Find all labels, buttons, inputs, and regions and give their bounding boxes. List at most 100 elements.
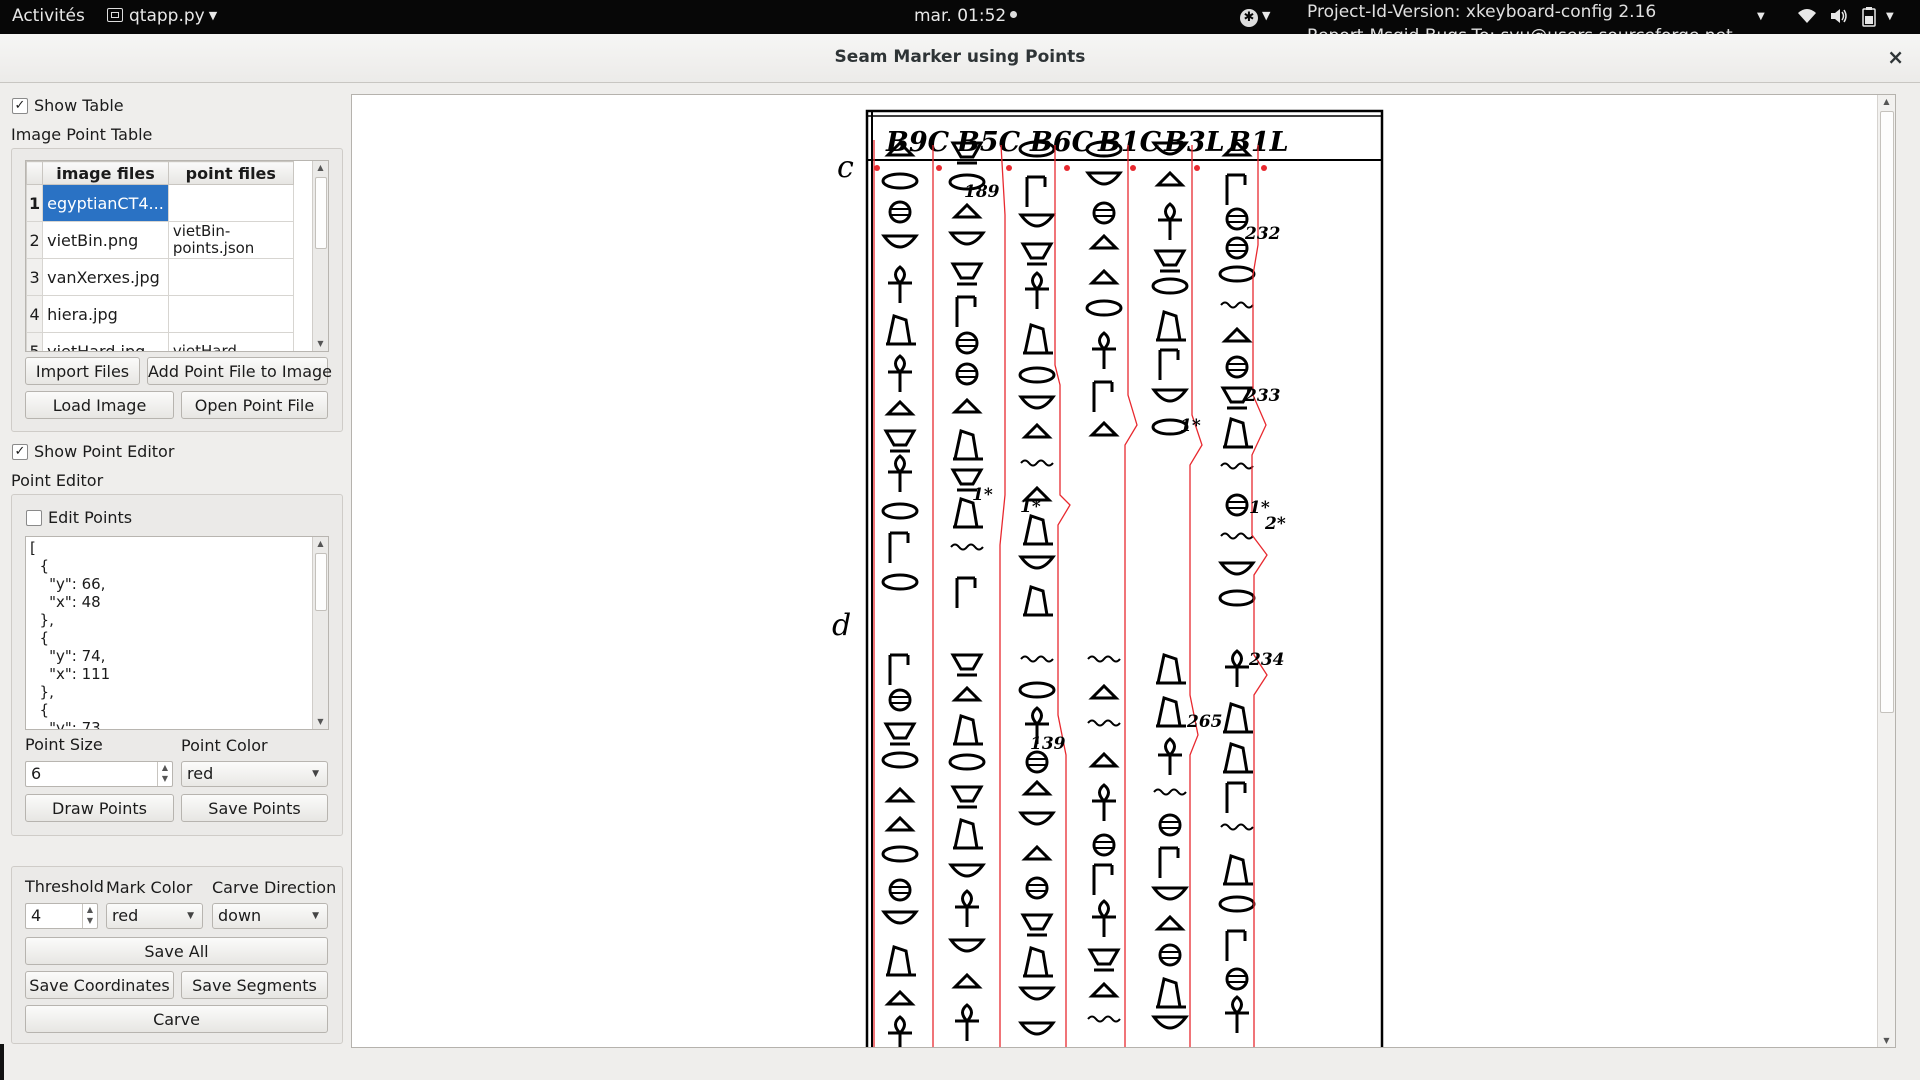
carve-button[interactable]: Carve: [25, 1005, 328, 1033]
draw-points-button[interactable]: Draw Points: [25, 794, 174, 822]
glyph-stroke: [1218, 561, 1256, 576]
table-row[interactable]: 5 vietHard.jpg vietHard-: [26, 332, 294, 351]
hieroglyph-glyph: [1154, 170, 1186, 187]
activities-button[interactable]: Activités: [12, 6, 85, 26]
carve-direction-select[interactable]: down ▼: [212, 903, 328, 929]
spin-arrows-icon[interactable]: ▲ ▼: [157, 762, 172, 786]
hieroglyph-glyph: [888, 454, 912, 492]
keyboard-config-indicator[interactable]: Project-Id-Version: xkeyboard-config 2.1…: [1307, 0, 1762, 34]
table-row[interactable]: 3 vanXerxes.jpg: [26, 258, 294, 296]
hieroglyph-glyph: [950, 653, 984, 677]
show-table-checkbox[interactable]: ✓: [12, 98, 28, 114]
hieroglyph-glyph: [1092, 833, 1116, 857]
hieroglyph-glyph: [948, 753, 986, 771]
save-coordinates-button[interactable]: Save Coordinates: [25, 971, 174, 999]
hieroglyph-glyph: [1218, 589, 1256, 607]
spin-arrows-icon[interactable]: ▲ ▼: [82, 904, 97, 928]
points-json-text[interactable]: [ { "y": 66, "x": 48 }, { "y": 74, "x": …: [26, 537, 328, 729]
row-number: 1: [26, 184, 44, 222]
point-file-cell[interactable]: vietHard-: [167, 332, 294, 351]
table-row[interactable]: 1 egyptianCT4...: [26, 184, 294, 222]
add-point-file-button[interactable]: Add Point File to Image: [147, 357, 332, 385]
scroll-thumb[interactable]: [315, 553, 327, 611]
column-header-image-files[interactable]: image files: [42, 161, 169, 185]
seam-line: [999, 144, 1006, 1047]
column-header-label: B9C: [885, 127, 950, 158]
glyph-stroke: [881, 573, 919, 591]
glyph-stroke: [888, 653, 910, 685]
hieroglyph-glyph: [1092, 201, 1116, 225]
mark-color-value: red: [112, 906, 139, 925]
hieroglyph-glyph: [881, 910, 919, 925]
scroll-up-icon[interactable]: ▲: [1878, 97, 1895, 106]
margin-note: 232: [1244, 224, 1281, 244]
accessibility-menu[interactable]: ✱ ▼: [1240, 6, 1270, 27]
table-row[interactable]: 4 hiera.jpg: [26, 295, 294, 333]
image-point-table[interactable]: image files point files 1 egyptianCT4...…: [25, 160, 329, 352]
scroll-down-icon[interactable]: ▼: [313, 715, 328, 729]
hieroglyph-glyph: [1092, 380, 1114, 412]
glyph-stroke: [886, 314, 916, 346]
point-marker: [936, 165, 942, 171]
glyph-stroke: [1088, 981, 1120, 998]
wifi-icon[interactable]: [1797, 7, 1817, 30]
load-image-button[interactable]: Load Image: [25, 391, 174, 419]
chevron-down-icon[interactable]: ▼: [1886, 11, 1894, 22]
import-files-button[interactable]: Import Files: [25, 357, 140, 385]
glyph-stroke: [1156, 696, 1186, 728]
hieroglyph-glyph: [1225, 781, 1247, 813]
hieroglyph-glyph: [1025, 876, 1049, 900]
scroll-up-icon[interactable]: ▲: [313, 537, 328, 551]
editor-scrollbar[interactable]: ▲ ▼: [312, 537, 328, 729]
hieroglyph-glyph: [955, 1003, 979, 1041]
point-file-cell[interactable]: vietBin-points.json: [167, 221, 294, 259]
scroll-thumb[interactable]: [315, 177, 327, 249]
image-file-cell[interactable]: vietBin.png: [42, 221, 169, 259]
column-header-point-files[interactable]: point files: [167, 161, 294, 185]
hieroglyph-glyph: [1092, 899, 1116, 937]
battery-icon[interactable]: [1862, 7, 1876, 32]
hieroglyph-glyph: [884, 399, 916, 416]
point-file-cell[interactable]: [167, 184, 294, 222]
open-point-file-button[interactable]: Open Point File: [181, 391, 328, 419]
glyph-stroke: [1088, 268, 1120, 285]
volume-icon[interactable]: [1829, 7, 1849, 30]
close-icon[interactable]: ×: [1887, 45, 1904, 69]
image-file-cell[interactable]: vietHard.jpg: [42, 332, 169, 351]
point-file-cell[interactable]: [167, 295, 294, 333]
show-point-editor-checkbox[interactable]: ✓: [12, 444, 28, 460]
viewer-scrollbar[interactable]: ▲ ▼: [1877, 95, 1895, 1047]
save-points-button[interactable]: Save Points: [181, 794, 328, 822]
chevron-down-icon[interactable]: ▼: [1757, 11, 1765, 22]
mark-color-select[interactable]: red ▼: [106, 903, 203, 929]
edit-points-checkbox[interactable]: [26, 510, 42, 526]
point-size-spinbox[interactable]: 6 ▲ ▼: [25, 761, 173, 787]
point-file-cell[interactable]: [167, 258, 294, 296]
image-file-cell[interactable]: hiera.jpg: [42, 295, 169, 333]
hieroglyph-glyph: [1087, 948, 1121, 972]
hieroglyph-glyph: [951, 202, 983, 219]
scroll-down-icon[interactable]: ▼: [1878, 1036, 1895, 1045]
glyph-stroke: [1023, 946, 1053, 978]
glyph-stroke: [888, 454, 912, 492]
image-file-cell[interactable]: egyptianCT4...: [42, 184, 169, 222]
hieroglyph-glyph: [1018, 1021, 1056, 1036]
scroll-thumb[interactable]: [1880, 111, 1894, 713]
row-number: 3: [26, 258, 44, 296]
clock[interactable]: mar. 01:52: [914, 6, 1018, 26]
table-scrollbar[interactable]: ▲ ▼: [312, 161, 328, 351]
scroll-up-icon[interactable]: ▲: [313, 161, 328, 175]
save-all-button[interactable]: Save All: [25, 937, 328, 965]
points-json-editor[interactable]: [ { "y": 66, "x": 48 }, { "y": 74, "x": …: [25, 536, 329, 730]
glyph-stroke: [1088, 233, 1120, 250]
hieroglyph-glyph: [1158, 202, 1182, 240]
point-color-select[interactable]: red ▼: [181, 761, 328, 787]
app-menu[interactable]: qtapp.py ▼: [107, 6, 217, 26]
image-file-cell[interactable]: vanXerxes.jpg: [42, 258, 169, 296]
glyph-stroke: [953, 429, 983, 461]
save-segments-button[interactable]: Save Segments: [181, 971, 328, 999]
scroll-down-icon[interactable]: ▼: [313, 337, 328, 351]
table-row[interactable]: 2 vietBin.png vietBin-points.json: [26, 221, 294, 259]
image-viewer[interactable]: B9C B5C B6C B1C B3L B1L cd 189 232 233 1* 1* 1* 2* 1…: [351, 94, 1896, 1048]
threshold-spinbox[interactable]: 4 ▲ ▼: [25, 903, 98, 929]
